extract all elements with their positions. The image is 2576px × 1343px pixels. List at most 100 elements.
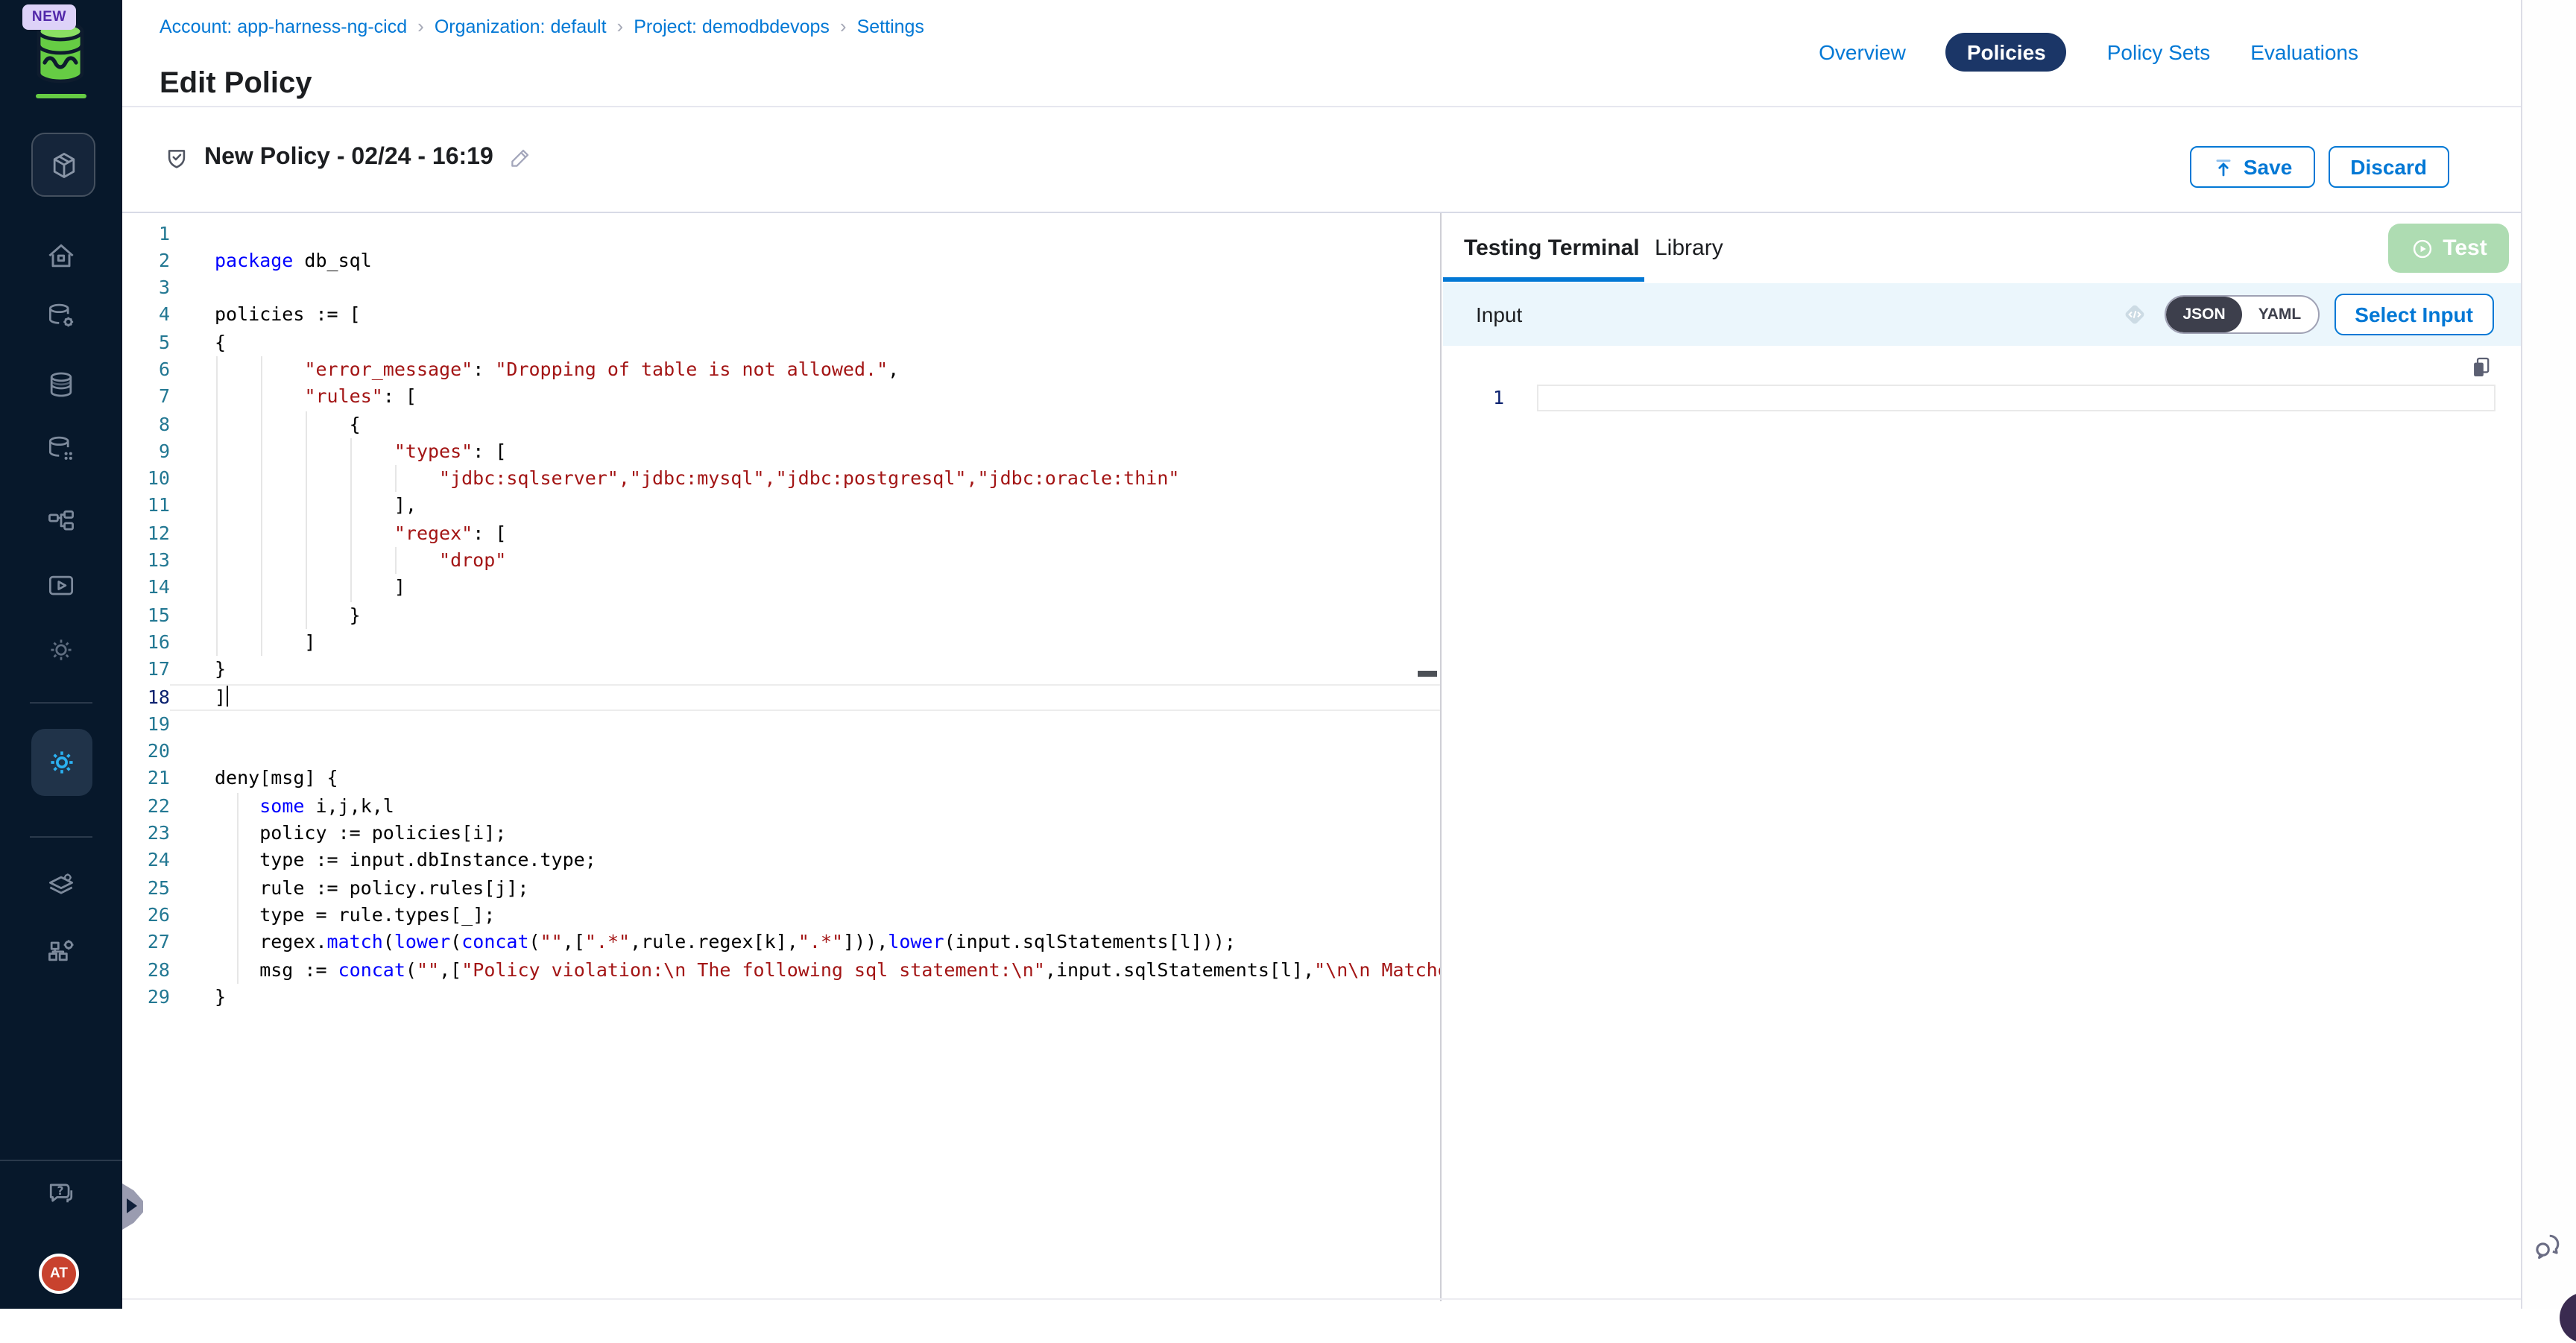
code-diamond-icon: [2121, 300, 2150, 329]
sidebar-item-project-settings-active[interactable]: [31, 729, 92, 796]
sidebar-database-instances-icon[interactable]: [45, 432, 78, 465]
select-input-label: Select Input: [2355, 303, 2473, 326]
test-input-line[interactable]: 1: [1443, 385, 2521, 411]
line-number: 1: [1443, 385, 1504, 411]
code-line[interactable]: 4policies := [: [122, 302, 1440, 329]
format-toggle-yaml[interactable]: YAML: [2242, 297, 2318, 332]
indent-guide: [394, 547, 396, 575]
line-number: 7: [122, 384, 170, 411]
sidebar-hierarchy-settings-icon[interactable]: [45, 935, 78, 967]
code-text: package db_sql: [170, 247, 1440, 275]
code-line[interactable]: 23 policy := policies[i];: [122, 820, 1440, 847]
tab-policy-sets[interactable]: Policy Sets: [2107, 40, 2211, 64]
code-line[interactable]: 6 "error_message": "Dropping of table is…: [122, 356, 1440, 384]
code-line[interactable]: 28 msg := concat("",["Policy violation:\…: [122, 956, 1440, 984]
code-line[interactable]: 21deny[msg] {: [122, 765, 1440, 793]
discard-button[interactable]: Discard: [2328, 146, 2449, 188]
code-text: {: [170, 411, 1440, 438]
support-chat-icon[interactable]: [2530, 1230, 2566, 1263]
line-number: 3: [122, 274, 170, 302]
test-button-label: Test: [2443, 236, 2487, 261]
code-text: "jdbc:sqlserver","jdbc:mysql","jdbc:post…: [170, 465, 1440, 493]
code-line[interactable]: 26 type = rule.types[_];: [122, 902, 1440, 929]
breadcrumb-separator: ›: [840, 15, 847, 37]
code-line[interactable]: 17}: [122, 657, 1440, 684]
code-line[interactable]: 16 ]: [122, 629, 1440, 657]
code-line[interactable]: 18]: [122, 683, 1440, 711]
code-text: }: [170, 601, 1440, 629]
sidebar-help-chat-icon[interactable]: ?: [45, 1176, 78, 1209]
code-text: deny[msg] {: [170, 765, 1440, 793]
line-number: 14: [122, 575, 170, 602]
code-text: ],: [170, 493, 1440, 520]
line-number: 23: [122, 820, 170, 847]
code-line[interactable]: 11 ],: [122, 493, 1440, 520]
code-line[interactable]: 7 "rules": [: [122, 384, 1440, 411]
save-button[interactable]: Save: [2190, 146, 2314, 188]
chevron-right-icon: [127, 1198, 137, 1213]
code-line[interactable]: 22 some i,j,k,l: [122, 792, 1440, 820]
select-input-button[interactable]: Select Input: [2334, 294, 2494, 335]
line-number: 10: [122, 465, 170, 493]
sidebar-database-stack-icon[interactable]: [45, 368, 78, 401]
text-cursor: [226, 685, 228, 706]
tab-library[interactable]: Library: [1655, 236, 1723, 261]
edit-pencil-icon[interactable]: [508, 146, 532, 170]
sidebar-executions-icon[interactable]: [45, 569, 78, 602]
code-line[interactable]: 24 type := input.dbInstance.type;: [122, 847, 1440, 875]
copy-icon[interactable]: [2469, 355, 2494, 380]
code-line[interactable]: 2package db_sql: [122, 247, 1440, 275]
cube-icon: [47, 148, 80, 181]
breadcrumb-account[interactable]: Account: app-harness-ng-cicd: [160, 16, 407, 37]
breadcrumb-organization[interactable]: Organization: default: [435, 16, 607, 37]
shield-check-icon: [164, 145, 189, 171]
test-button-disabled[interactable]: Test: [2388, 224, 2509, 273]
sidebar-gear-icon[interactable]: [45, 633, 78, 666]
code-line[interactable]: 13 "drop": [122, 547, 1440, 575]
code-line[interactable]: 9 "types": [: [122, 438, 1440, 466]
line-number: 17: [122, 657, 170, 684]
code-line[interactable]: 3: [122, 274, 1440, 302]
sidebar-divider: [0, 1160, 122, 1161]
right-rail: [2522, 0, 2576, 1309]
code-line[interactable]: 25 rule := policy.rules[j];: [122, 874, 1440, 902]
policy-code-lines: 12package db_sql34policies := [5{6 "erro…: [122, 213, 1440, 1011]
line-number: 25: [122, 874, 170, 902]
workspace: 12package db_sql34policies := [5{6 "erro…: [122, 213, 2521, 1301]
code-line[interactable]: 15 }: [122, 601, 1440, 629]
testing-panel-tabs: Testing Terminal Library Test: [1443, 213, 2521, 283]
code-line[interactable]: 8 {: [122, 411, 1440, 438]
sidebar-layers-settings-icon[interactable]: [45, 869, 78, 902]
sidebar-module-database-devops[interactable]: [31, 133, 95, 197]
policy-code-editor[interactable]: 12package db_sql34policies := [5{6 "erro…: [122, 213, 1440, 1301]
tab-evaluations[interactable]: Evaluations: [2250, 40, 2358, 64]
workspace-bottom-border: [122, 1298, 2521, 1300]
code-line[interactable]: 5{: [122, 329, 1440, 356]
code-line[interactable]: 29}: [122, 984, 1440, 1011]
format-toggle-json[interactable]: JSON: [2167, 297, 2242, 332]
code-text: [170, 274, 1440, 302]
code-line[interactable]: 14 ]: [122, 575, 1440, 602]
sidebar-pipelines-icon[interactable]: [45, 505, 78, 538]
sidebar-database-settings-icon[interactable]: [45, 300, 78, 332]
test-input-editor[interactable]: 1: [1443, 346, 2521, 1301]
user-avatar[interactable]: AT: [39, 1254, 79, 1294]
code-text: "rules": [: [170, 384, 1440, 411]
breadcrumb-project[interactable]: Project: demodbdevops: [634, 16, 830, 37]
breadcrumb-settings[interactable]: Settings: [857, 16, 924, 37]
code-line[interactable]: 20: [122, 738, 1440, 765]
code-line[interactable]: 19: [122, 711, 1440, 739]
tab-overview[interactable]: Overview: [1819, 40, 1906, 64]
code-line[interactable]: 1: [122, 220, 1440, 247]
tab-policies-active[interactable]: Policies: [1946, 33, 2067, 72]
code-line[interactable]: 10 "jdbc:sqlserver","jdbc:mysql","jdbc:p…: [122, 465, 1440, 493]
sidebar-home-icon[interactable]: [45, 240, 78, 273]
code-text: rule := policy.rules[j];: [170, 874, 1440, 902]
tab-testing-terminal-active[interactable]: Testing Terminal: [1464, 236, 1640, 261]
test-input-active-line[interactable]: [1537, 385, 2496, 411]
policy-card-header: New Policy - 02/24 - 16:19 Save Discard: [122, 107, 2521, 213]
code-line[interactable]: 12 "regex": [: [122, 520, 1440, 548]
line-number: 28: [122, 956, 170, 984]
code-line[interactable]: 27 regex.match(lower(concat("",[".*",rul…: [122, 929, 1440, 956]
code-text: }: [170, 984, 1440, 1011]
